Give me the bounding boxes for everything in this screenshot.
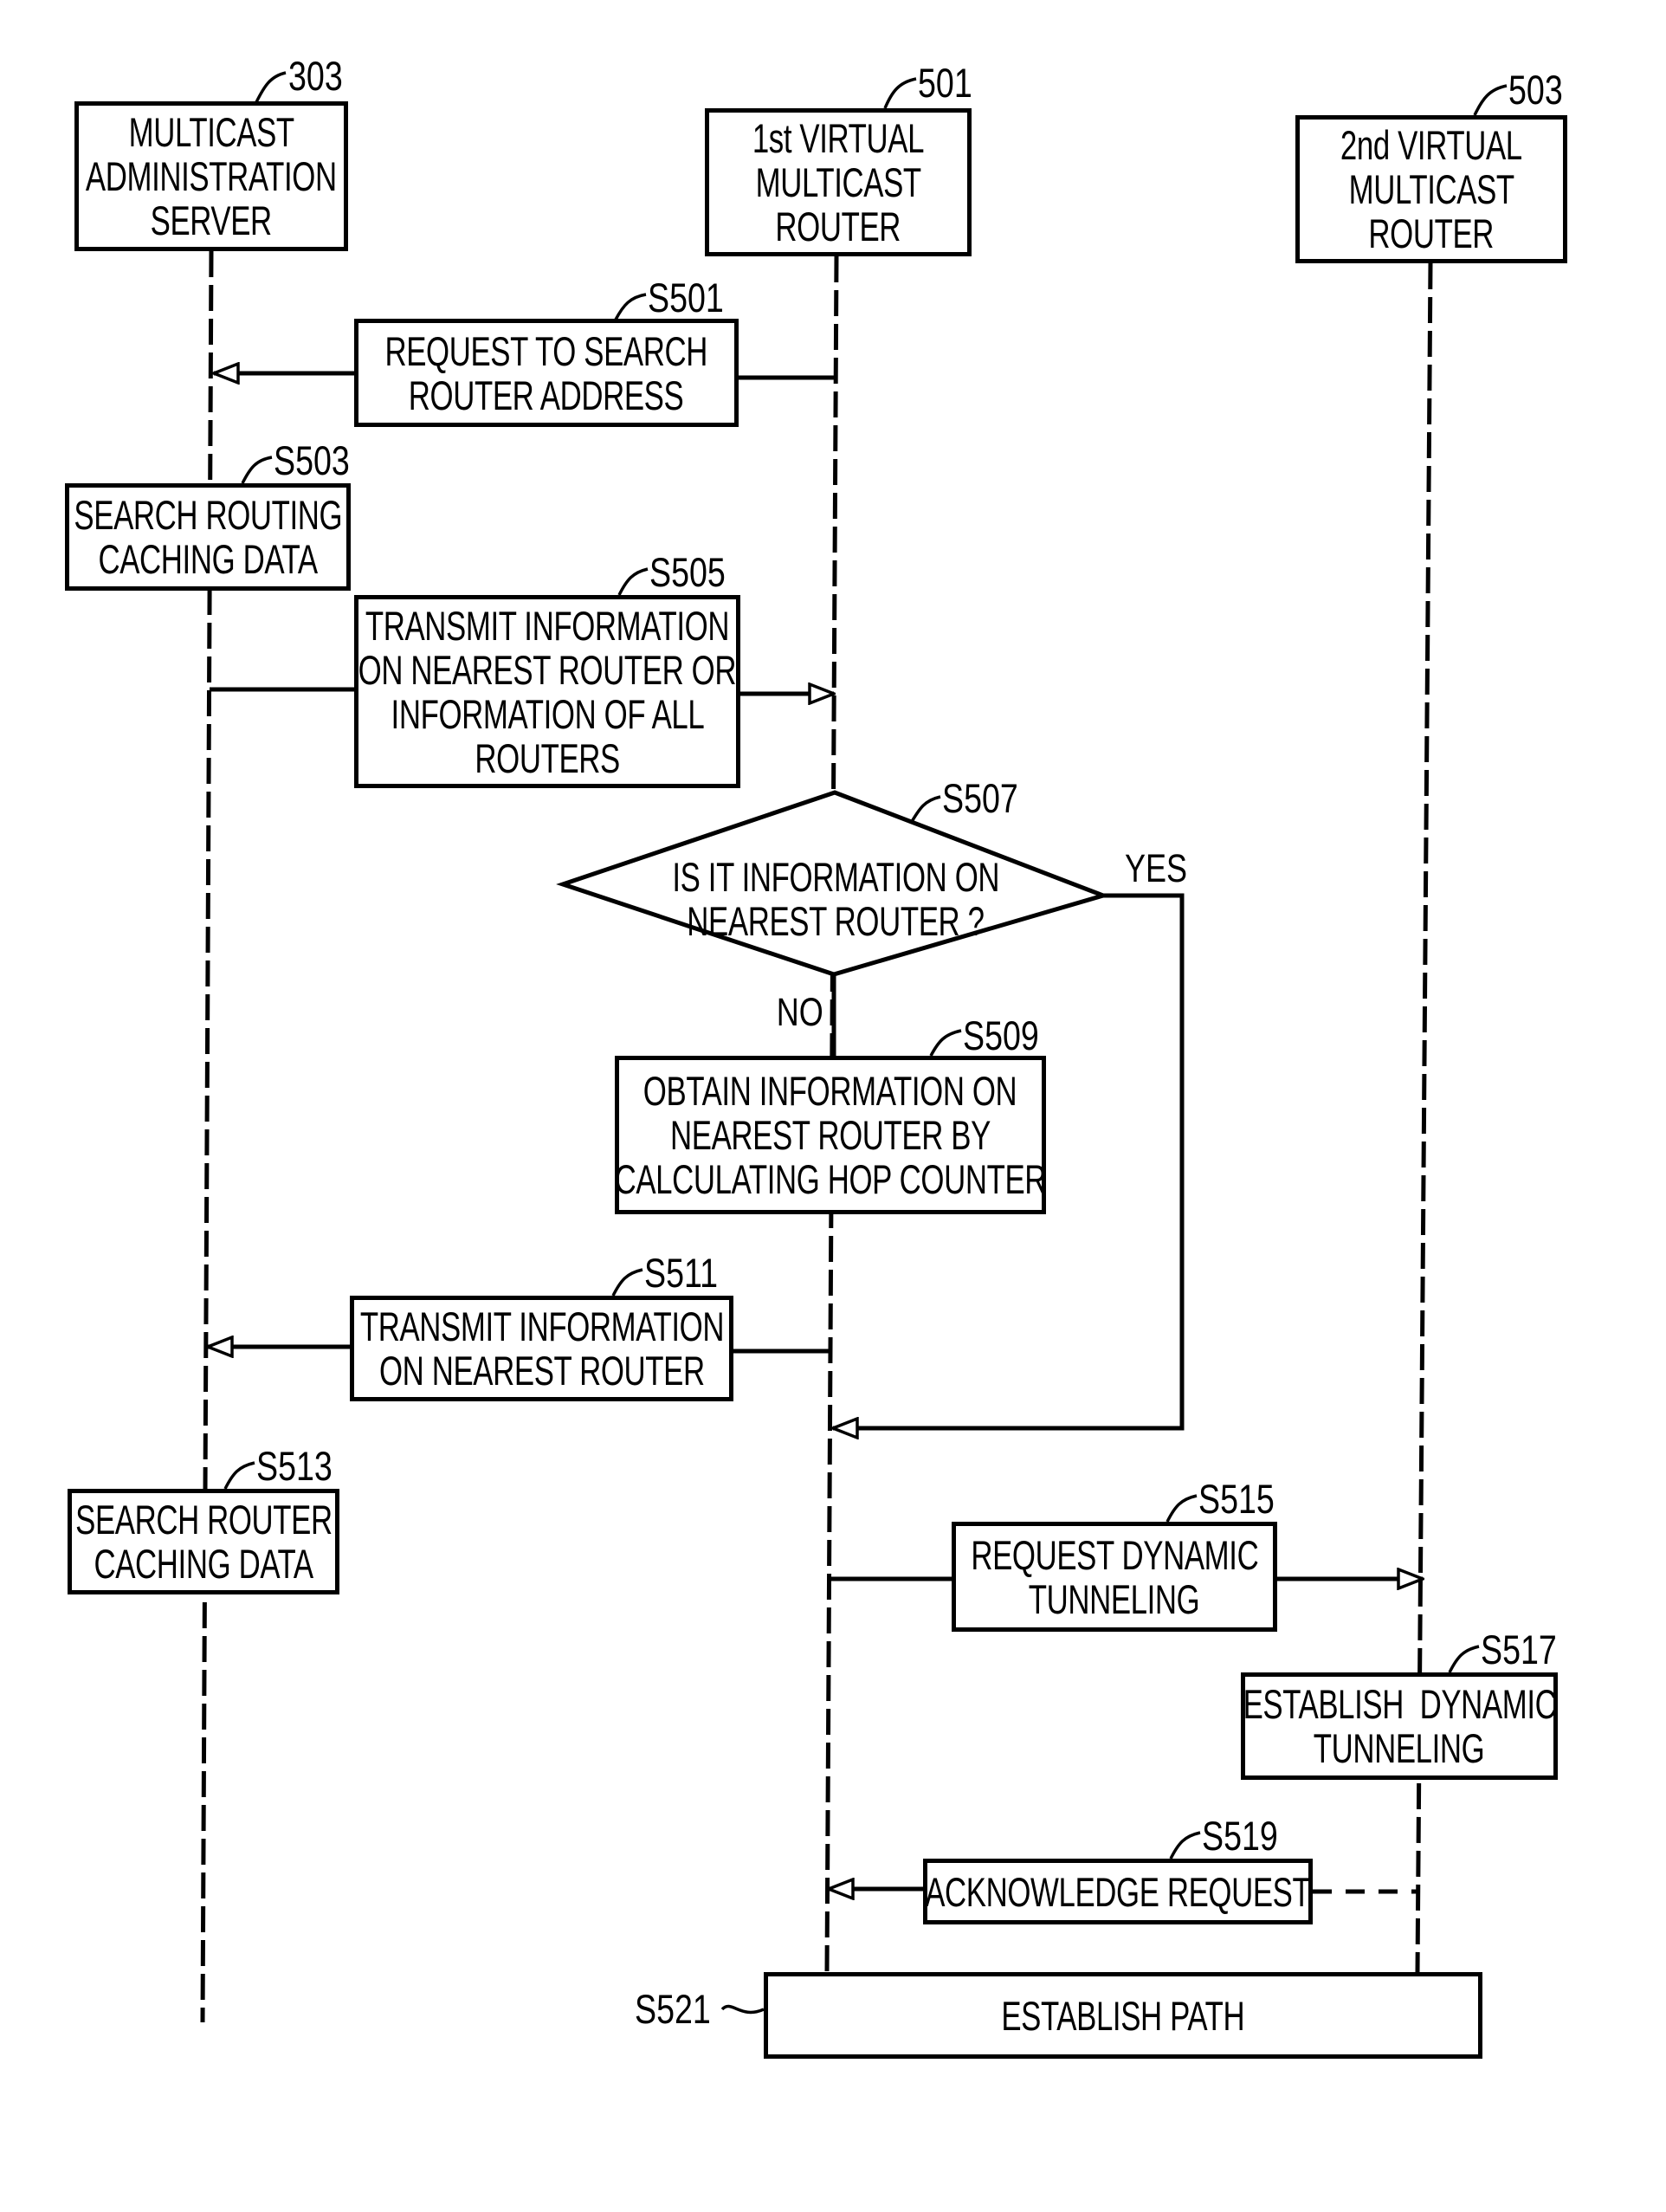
leader-501 — [883, 77, 917, 109]
step-label-line: ON NEAREST ROUTER — [378, 1348, 705, 1394]
step-label-line: ACKNOWLEDGE REQUEST — [925, 1868, 1311, 1915]
step-s515-box: REQUEST DYNAMIC TUNNELING — [952, 1522, 1277, 1632]
entity-label-line: ROUTER — [775, 204, 901, 249]
leader-s513 — [223, 1461, 255, 1490]
step-label-line: INFORMATION OF ALL — [391, 690, 704, 737]
entity-label-line: 2nd VIRTUAL — [1340, 122, 1522, 168]
decision-label-line: IS IT INFORMATION ON — [672, 854, 999, 900]
branch-yes-label: YES — [1125, 846, 1188, 890]
step-ref-s509: S509 — [963, 1012, 1039, 1058]
leader-303 — [255, 71, 287, 103]
entity-label-line: ROUTER — [1368, 210, 1495, 256]
leader-s503 — [241, 456, 273, 484]
step-s505-box: TRANSMIT INFORMATION ON NEAREST ROUTER O… — [354, 595, 740, 788]
step-s513-box: SEARCH ROUTER CACHING DATA — [68, 1489, 339, 1594]
step-label-line: SEARCH ROUTING — [74, 492, 342, 538]
entity-1st-virtual-multicast-router: 1st VIRTUAL MULTICAST ROUTER — [705, 108, 972, 256]
step-ref-s505: S505 — [649, 549, 726, 595]
entity-2nd-virtual-multicast-router: 2nd VIRTUAL MULTICAST ROUTER — [1295, 115, 1567, 263]
decision-label-line: NEAREST ROUTER ? — [687, 898, 985, 944]
step-label-line: ROUTER ADDRESS — [409, 372, 684, 418]
decision-s507-text: IS IT INFORMATION ON NEAREST ROUTER ? — [606, 840, 1065, 958]
step-label-line: ESTABLISH DYNAMIC — [1243, 1681, 1556, 1727]
step-label-line: ROUTERS — [475, 734, 620, 781]
step-s519-box: ACKNOWLEDGE REQUEST — [923, 1859, 1313, 1924]
step-label-line: REQUEST TO SEARCH — [384, 327, 708, 374]
leader-s519 — [1169, 1831, 1201, 1860]
step-label-line: CALCULATING HOP COUNTER — [614, 1156, 1047, 1202]
step-ref-s517: S517 — [1481, 1627, 1557, 1672]
ref-label-303: 303 — [288, 53, 343, 99]
leader-s509 — [929, 1029, 962, 1057]
leader-s501 — [614, 293, 647, 320]
leader-s507 — [908, 795, 941, 825]
step-s521-box: ESTABLISH PATH — [764, 1972, 1482, 2059]
leader-s505 — [617, 567, 649, 596]
step-ref-s501: S501 — [648, 275, 724, 320]
step-label-line: TRANSMIT INFORMATION — [359, 1303, 724, 1349]
step-ref-s503: S503 — [274, 437, 350, 483]
step-label-line: TRANSMIT INFORMATION — [365, 602, 730, 649]
step-label-line: SEARCH ROUTER — [74, 1497, 333, 1543]
ref-label-503: 503 — [1508, 67, 1563, 113]
entity-label-line: 1st VIRTUAL — [752, 115, 925, 161]
step-label-line: ESTABLISH PATH — [1001, 1992, 1245, 2039]
step-ref-s519: S519 — [1202, 1813, 1278, 1859]
entity-label-line: MULTICAST — [128, 109, 294, 155]
entity-multicast-administration-server: MULTICAST ADMINISTRATION SERVER — [74, 101, 348, 251]
leader-s515 — [1166, 1494, 1198, 1523]
step-s503-box: SEARCH ROUTING CACHING DATA — [65, 483, 351, 591]
step-label-line: NEAREST ROUTER BY — [670, 1112, 991, 1158]
entity-label-line: SERVER — [150, 197, 273, 243]
step-label-line: TUNNELING — [1029, 1575, 1200, 1622]
leader-s511 — [611, 1268, 643, 1297]
step-ref-s511: S511 — [644, 1250, 719, 1296]
step-label-line: REQUEST DYNAMIC — [971, 1531, 1259, 1578]
entity-label-line: MULTICAST — [755, 159, 921, 205]
step-ref-s507: S507 — [942, 775, 1018, 821]
step-s501-box: REQUEST TO SEARCH ROUTER ADDRESS — [354, 319, 739, 427]
branch-no-label: NO — [776, 990, 823, 1034]
step-s509-box: OBTAIN INFORMATION ON NEAREST ROUTER BY … — [614, 1056, 1047, 1214]
step-label-line: TUNNELING — [1314, 1725, 1485, 1771]
ref-label-501: 501 — [918, 60, 972, 106]
step-label-line: CACHING DATA — [94, 1541, 313, 1587]
step-ref-s521: S521 — [635, 1986, 711, 2032]
step-s511-box: TRANSMIT INFORMATION ON NEAREST ROUTER — [350, 1296, 733, 1401]
leader-s521 — [720, 2004, 765, 2015]
step-s517-box: ESTABLISH DYNAMIC TUNNELING — [1241, 1672, 1558, 1780]
entity-label-line: ADMINISTRATION — [86, 153, 337, 199]
step-ref-s513: S513 — [256, 1443, 333, 1489]
step-label-line: CACHING DATA — [98, 536, 318, 582]
step-label-line: OBTAIN INFORMATION ON — [643, 1068, 1017, 1114]
leader-s517 — [1448, 1645, 1480, 1673]
entity-label-line: MULTICAST — [1348, 166, 1514, 212]
step-ref-s515: S515 — [1198, 1476, 1275, 1522]
step-label-line: ON NEAREST ROUTER OR — [358, 646, 737, 693]
leader-503 — [1473, 84, 1508, 116]
